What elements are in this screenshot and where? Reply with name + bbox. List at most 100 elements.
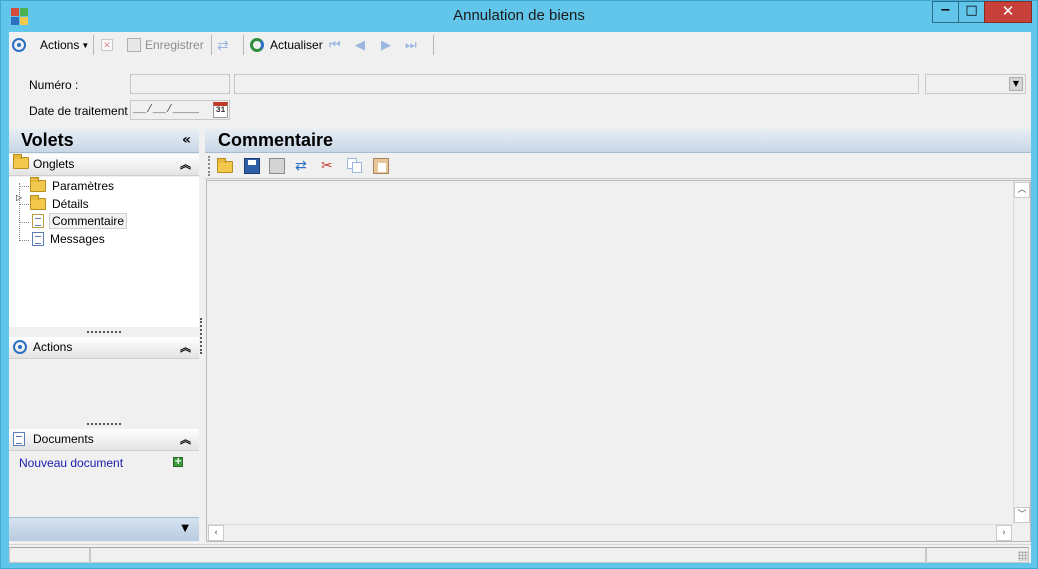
splitter-grip[interactable] [87,423,121,425]
collapse-section-icon[interactable]: ︽ [180,431,191,447]
scroll-left-icon[interactable]: ‹ [208,525,224,541]
client-area: Actions ▼ ✕ Enregistrer ⇄ Actualiser ⏮ ◀ [9,32,1031,563]
resize-grip-icon[interactable] [1018,551,1028,561]
tree-item-label: Messages [50,232,105,246]
status-bar [9,544,1031,563]
pane-bottom-bar[interactable]: ▼ [9,517,199,541]
numero-combo[interactable]: ▼ [925,74,1026,94]
paste-icon[interactable] [373,158,389,174]
collapse-section-icon[interactable]: ︽ [180,156,191,172]
tree-line [19,222,29,223]
tree-item-label: Paramètres [52,179,115,193]
maximize-button[interactable]: □ [958,1,985,23]
delete-icon: ✕ [101,39,113,51]
onglets-title: Onglets [33,157,75,171]
folder-icon [30,195,46,210]
toolbar-grip [208,156,210,176]
chevron-down-icon[interactable]: ▼ [181,523,189,534]
status-cell [926,547,1029,563]
new-document-link[interactable]: Nouveau document [19,456,123,470]
scroll-down-icon[interactable]: ﹀ [1014,507,1030,523]
add-document-icon[interactable]: + [173,457,183,467]
tree-item-label: Commentaire [48,213,128,229]
splitter-grip[interactable] [87,331,121,333]
sync-icon: ⇄ [217,36,229,53]
date-field[interactable]: __/__/____ 31 [130,100,230,120]
refresh-icon[interactable]: ⇄ [295,158,311,174]
actions-menu-label: Actions [40,38,80,52]
cut-icon[interactable]: ✂ [321,158,337,174]
scroll-up-icon[interactable]: ︿ [1014,182,1030,198]
title-bar[interactable]: Annulation de biens − □ ✕ [1,1,1037,32]
minimize-button[interactable]: − [932,1,959,23]
vertical-scrollbar[interactable]: ︿ ﹀ [1013,181,1030,524]
document-icon [32,232,44,246]
collapse-pane-icon[interactable]: « [182,132,191,148]
window-title: Annulation de biens [453,7,585,24]
save-doc-icon [127,38,141,52]
folder-icon [30,177,46,192]
actions-icon[interactable] [12,36,26,54]
print-icon[interactable] [269,158,285,174]
right-pane: Commentaire ⇄ ✂ ︿ ﹀ ‹ › [205,129,1031,542]
date-label: Date de traitement : [29,104,135,118]
sync-button[interactable]: ⇄ [217,36,229,54]
first-record-icon[interactable]: ⏮ [329,36,341,54]
expand-arrow-icon[interactable]: ▷ [16,193,22,202]
tree-line [19,183,20,241]
delete-button[interactable]: ✕ [101,36,113,54]
folder-icon [13,154,29,172]
refresh-button[interactable]: Actualiser [250,36,323,54]
date-value: __/__/____ [133,104,200,116]
actions-menu-button[interactable]: Actions ▼ [40,36,89,54]
actions-circle-icon [13,340,27,357]
collapse-section-icon[interactable]: ︽ [180,339,191,355]
copy-icon[interactable] [347,158,363,174]
documents-body: Nouveau document + [9,452,199,517]
calendar-icon[interactable]: 31 [213,102,228,118]
left-pane: Volets « Onglets ︽ Paramètres ▷ Détails … [9,129,199,541]
volets-title: Volets [21,130,74,150]
toolbar-separator [433,35,434,55]
vertical-splitter-grip[interactable] [200,318,202,354]
previous-record-icon[interactable]: ◀ [355,36,365,54]
commentaire-title: Commentaire [218,130,334,150]
onglets-tree: Paramètres ▷ Détails Commentaire Message… [9,177,199,327]
tree-item-parametres[interactable]: Paramètres [30,177,115,193]
comment-editor[interactable]: ︿ ﹀ ‹ › [206,180,1031,542]
tree-item-messages[interactable]: Messages [32,232,105,246]
refresh-icon [250,38,264,52]
documents-section-header[interactable]: Documents ︽ [9,429,199,451]
chevron-down-icon[interactable]: ▼ [1009,77,1023,91]
last-record-icon[interactable]: ⏭ [405,36,417,54]
actions-section-header[interactable]: Actions ︽ [9,337,199,359]
horizontal-scrollbar[interactable]: ‹ › [207,524,1013,541]
tree-item-label: Détails [52,197,89,211]
toolbar-separator [211,35,212,55]
save-icon[interactable] [244,158,260,174]
toolbar-separator [93,35,94,55]
application-window: Annulation de biens − □ ✕ Actions ▼ ✕ En… [0,0,1038,569]
tree-item-commentaire[interactable]: Commentaire [32,213,128,229]
save-button[interactable]: Enregistrer [127,36,204,54]
numero-label: Numéro : [29,78,79,92]
document-icon [32,214,44,228]
status-cell [90,547,926,563]
onglets-section-header[interactable]: Onglets ︽ [9,154,199,176]
documents-title: Documents [33,432,94,446]
close-button[interactable]: ✕ [984,1,1032,23]
numero-description-field[interactable] [234,74,919,94]
next-record-icon[interactable]: ▶ [381,36,391,54]
status-cell [9,547,90,563]
open-folder-icon[interactable] [217,158,233,174]
editor-toolbar: ⇄ ✂ [205,153,1031,179]
tree-line [19,204,29,205]
dropdown-arrow-icon: ▼ [81,40,90,50]
toolbar-separator [243,35,244,55]
numero-field[interactable] [130,74,230,94]
tree-line [19,186,29,187]
scroll-right-icon[interactable]: › [996,525,1012,541]
tree-item-details[interactable]: Détails [30,195,89,211]
actions-body [9,360,199,418]
tree-line [19,240,29,241]
